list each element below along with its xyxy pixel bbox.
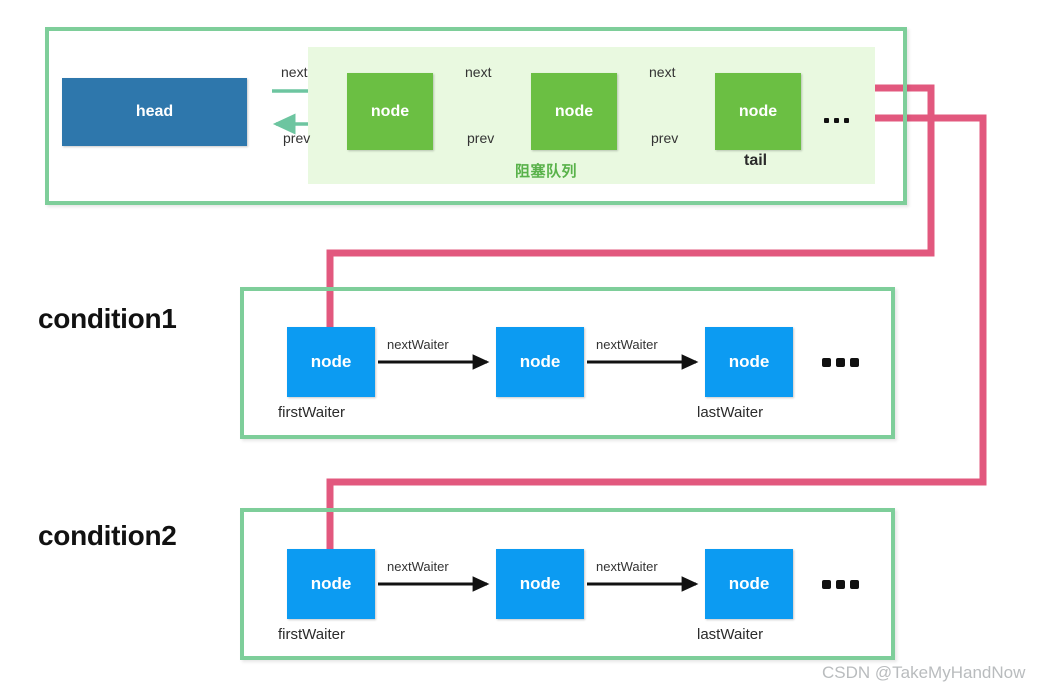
watermark: CSDN @TakeMyHandNow xyxy=(822,663,1026,682)
edge-label-prev-2: prev xyxy=(467,130,495,146)
blocking-queue-label: 阻塞队列 xyxy=(515,163,578,180)
condition1-node-middle: node xyxy=(496,327,584,397)
condition2-node-last: node xyxy=(705,549,793,619)
condition1-firstwaiter-caption: firstWaiter xyxy=(278,404,345,421)
condition1-node-first: node xyxy=(287,327,375,397)
condition2-title: condition2 xyxy=(38,520,177,551)
head-box: head xyxy=(62,78,247,146)
edge-label-next-3: next xyxy=(649,64,676,80)
condition1-lastwaiter-caption: lastWaiter xyxy=(697,404,764,421)
condition1-title: condition1 xyxy=(38,303,177,334)
condition2-ellipsis-icon xyxy=(822,580,859,589)
condition1-edge-label-1: nextWaiter xyxy=(387,337,449,352)
edge-label-next-1: next xyxy=(281,64,308,80)
condition2-node-middle: node xyxy=(496,549,584,619)
edge-label-prev-3: prev xyxy=(651,130,679,146)
condition2-node-first: node xyxy=(287,549,375,619)
tail-caption: tail xyxy=(744,152,768,169)
edge-label-prev-1: prev xyxy=(283,130,311,146)
condition1-ellipsis-icon xyxy=(822,358,859,367)
edge-label-next-2: next xyxy=(465,64,492,80)
queue-ellipsis-icon xyxy=(824,118,849,123)
condition2-lastwaiter-caption: lastWaiter xyxy=(697,626,764,643)
queue-node-1: node xyxy=(347,73,433,150)
condition2-firstwaiter-caption: firstWaiter xyxy=(278,626,345,643)
condition1-edge-label-2: nextWaiter xyxy=(596,337,658,352)
condition2-edge-label-1: nextWaiter xyxy=(387,559,449,574)
diagram-canvas: 阻塞队列 head node node node tail next prev … xyxy=(0,0,1055,693)
condition2-edge-label-2: nextWaiter xyxy=(596,559,658,574)
queue-node-tail: node xyxy=(715,73,801,150)
condition1-node-last: node xyxy=(705,327,793,397)
queue-node-2: node xyxy=(531,73,617,150)
